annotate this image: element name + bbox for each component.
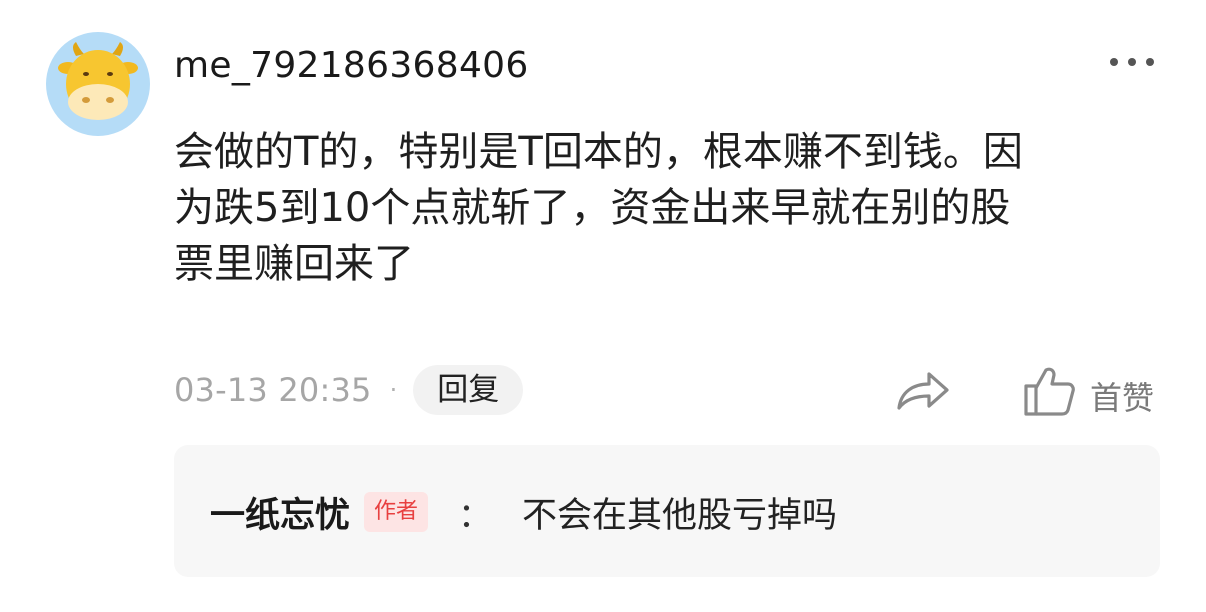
author-badge: 作者 (364, 492, 429, 532)
meta-separator: · (389, 376, 398, 404)
avatar[interactable] (46, 32, 150, 136)
share-arrow-icon (897, 372, 949, 410)
reply-author[interactable]: 一纸忘忧 (210, 487, 350, 538)
reply-text: 不会在其他股亏掉吗 (522, 495, 838, 536)
timestamp: 03-13 20:35 (174, 371, 372, 409)
more-dots-icon (1110, 58, 1154, 66)
comment-meta: 03-13 20:35 · 回复 (174, 364, 524, 416)
reply-list: 一纸忘忧 作者 ： 不会在其他股亏掉吗 (174, 445, 1160, 577)
comment-content: 会做的T的，特别是T回本的，根本赚不到钱。因 为跌5到10个点就斩了，资金出来早… (174, 129, 1023, 287)
reply-colon: ： (458, 495, 493, 536)
like-button[interactable]: 首赞 (1022, 364, 1154, 420)
reply-item[interactable]: 一纸忘忧 作者 ： 不会在其他股亏掉吗 (210, 487, 837, 537)
reply-button[interactable]: 回复 (413, 365, 524, 415)
thumbs-up-icon (1024, 367, 1075, 416)
share-button[interactable] (893, 364, 953, 418)
more-options-button[interactable] (1104, 50, 1160, 74)
like-label: 首赞 (1090, 379, 1155, 417)
cow-icon (58, 42, 138, 120)
username[interactable]: me_792186368406 (174, 42, 529, 90)
